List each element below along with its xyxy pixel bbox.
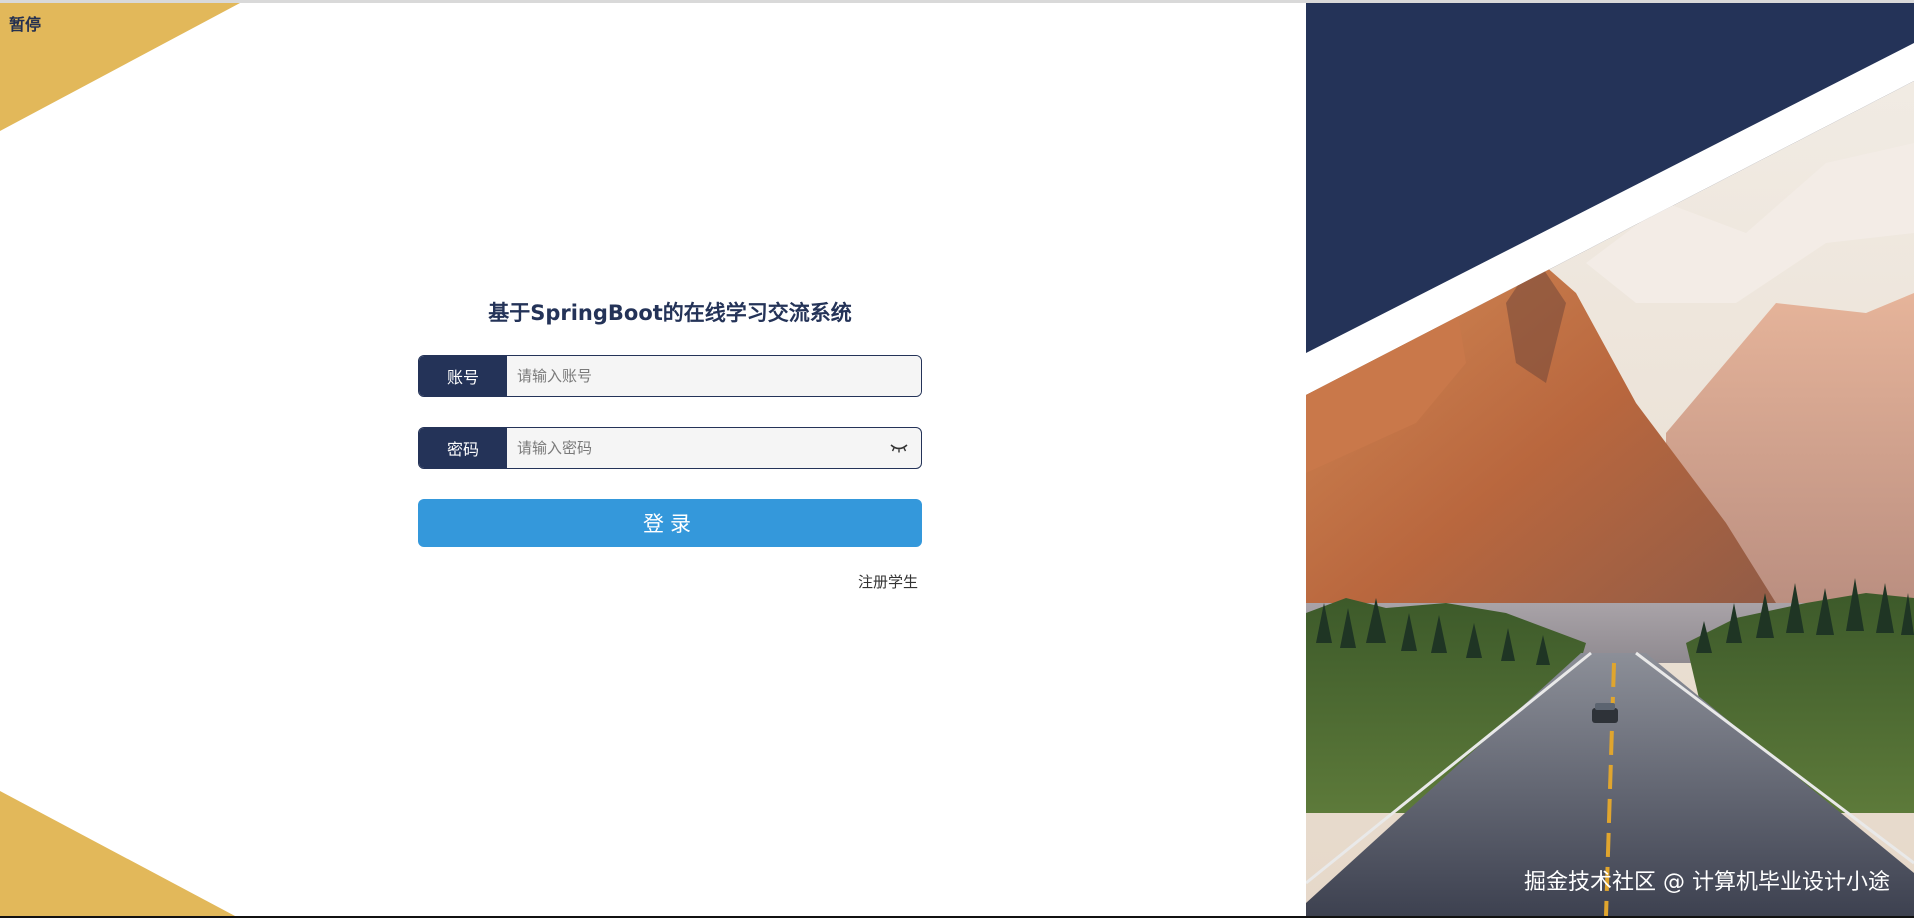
eye-closed-icon[interactable]: [877, 428, 921, 468]
page-title: 基于SpringBoot的在线学习交流系统: [488, 301, 852, 325]
password-input[interactable]: [507, 428, 877, 468]
register-student-link[interactable]: 注册学生: [858, 571, 918, 592]
landscape-image: [1306, 3, 1914, 916]
decor-triangle-bottom: [0, 791, 235, 916]
pause-label: 暂停: [9, 15, 42, 34]
hero-image-panel: 掘金技术社区 @ 计算机毕业设计小途: [1306, 3, 1914, 916]
password-label: 密码: [419, 428, 507, 468]
login-button[interactable]: 登录: [418, 499, 922, 547]
account-field: 账号: [418, 355, 922, 397]
account-label: 账号: [419, 356, 507, 396]
password-field: 密码: [418, 427, 922, 469]
watermark-text: 掘金技术社区 @ 计算机毕业设计小途: [1524, 870, 1890, 895]
login-form: 基于SpringBoot的在线学习交流系统 账号 密码 登录 注册学生: [418, 299, 922, 591]
login-panel: 暂停 基于SpringBoot的在线学习交流系统 账号 密码 登录 注册学生: [0, 3, 1306, 916]
account-input[interactable]: [507, 356, 921, 396]
